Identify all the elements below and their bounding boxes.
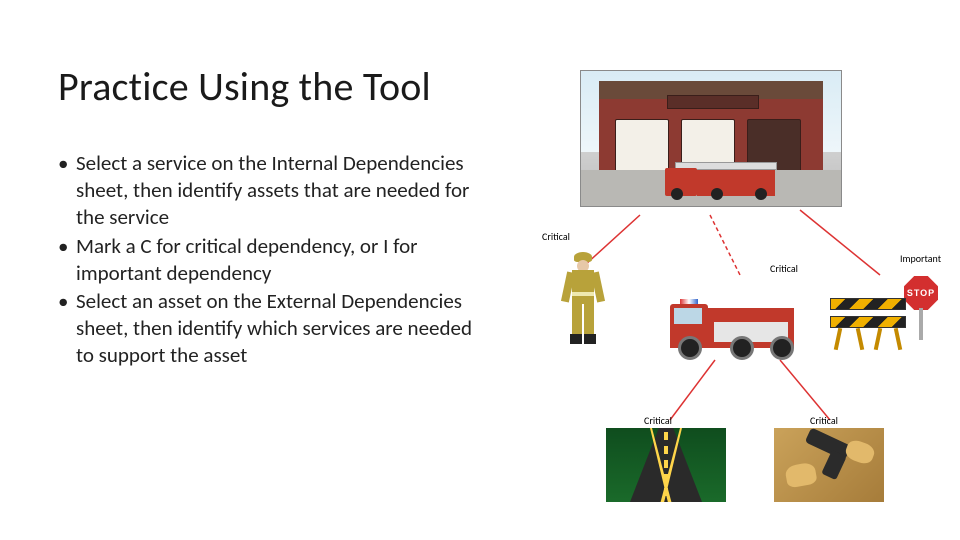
node-barricade: STOP <box>830 276 940 350</box>
road-image <box>606 428 726 502</box>
dependency-diagram: Critical Critical Important Critical Cri… <box>510 40 950 500</box>
bullet-list: • Select a service on the Internal Depend… <box>58 150 473 369</box>
slide-body: • Select a service on the Internal Depend… <box>58 150 473 371</box>
fuel-nozzle-image <box>774 428 884 502</box>
bullet-text: Select an asset on the External Dependen… <box>76 288 472 368</box>
bullet-text: Select a service on the Internal Depende… <box>76 150 469 230</box>
edge-label-important: Important <box>900 252 941 265</box>
bullet-text: Mark a C for critical dependency, or I f… <box>76 233 417 286</box>
barricade-icon: STOP <box>830 276 940 350</box>
fire-truck-icon <box>665 160 785 200</box>
node-road <box>606 428 726 502</box>
edge-label-critical: Critical <box>542 230 570 243</box>
bullet-dot-icon: • <box>58 233 68 260</box>
node-firefighter <box>560 252 604 348</box>
slide-title: Practice Using the Tool <box>58 62 431 111</box>
bullet-item: • Select a service on the Internal Depend… <box>58 150 473 231</box>
node-fire-engine <box>670 280 800 360</box>
stop-sign-icon: STOP <box>904 276 938 310</box>
bullet-item: • Mark a C for critical dependency, or I … <box>58 233 473 287</box>
edge-label-critical: Critical <box>644 414 672 427</box>
edge-label-critical: Critical <box>770 262 798 275</box>
fire-engine-icon <box>670 280 800 360</box>
bullet-dot-icon: • <box>58 150 68 177</box>
node-fire-station <box>580 70 842 207</box>
bullet-dot-icon: • <box>58 288 68 315</box>
edge-label-critical: Critical <box>810 414 838 427</box>
fire-station-image <box>580 70 842 207</box>
bullet-item: • Select an asset on the External Depende… <box>58 288 473 369</box>
firefighter-icon <box>560 252 604 348</box>
node-fuel <box>774 428 884 502</box>
slide: Practice Using the Tool • Select a servic… <box>0 0 960 540</box>
